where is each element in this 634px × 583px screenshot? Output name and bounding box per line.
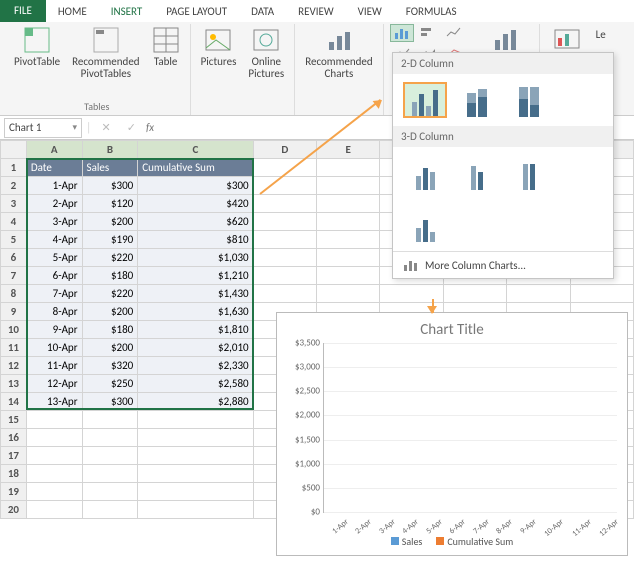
pictures-icon <box>204 26 232 54</box>
table-button[interactable]: Table <box>148 24 184 82</box>
cell[interactable]: $1,810 <box>138 321 253 339</box>
powerview-icon <box>553 26 581 54</box>
cell[interactable]: $300 <box>138 177 253 195</box>
cell[interactable]: 8-Apr <box>26 303 82 321</box>
cell[interactable]: 5-Apr <box>26 249 82 267</box>
cell[interactable]: $180 <box>82 321 138 339</box>
column-chart-button[interactable] <box>390 24 414 42</box>
col-header-C[interactable]: C <box>138 141 253 159</box>
tab-home[interactable]: HOME <box>46 0 99 22</box>
cell[interactable]: 12-Apr <box>26 375 82 393</box>
column-chart-dropdown: 2-D Column 3-D Column More Column Charts… <box>392 52 614 279</box>
pivottable-button[interactable]: PivotTable <box>10 24 64 82</box>
cell[interactable]: 1-Apr <box>26 177 82 195</box>
tab-page-layout[interactable]: PAGE LAYOUT <box>154 0 239 22</box>
cell[interactable]: $200 <box>82 213 138 231</box>
online-pictures-icon <box>252 26 280 54</box>
table-icon <box>152 26 180 54</box>
cell[interactable]: $1,430 <box>138 285 253 303</box>
pivotchart-icon <box>491 26 519 54</box>
recommended-charts-icon <box>325 26 353 54</box>
cell[interactable]: $2,580 <box>138 375 253 393</box>
cell[interactable]: $300 <box>82 177 138 195</box>
more-column-charts[interactable]: More Column Charts... <box>393 251 613 278</box>
fx-icon[interactable]: fx <box>146 121 154 134</box>
cell[interactable]: 11-Apr <box>26 357 82 375</box>
bar-chart-button[interactable] <box>416 24 440 42</box>
stock-chart-button[interactable] <box>442 24 466 42</box>
pictures-button[interactable]: Pictures <box>197 24 241 82</box>
cell[interactable]: $320 <box>82 357 138 375</box>
3d-stacked-100-column-option[interactable] <box>507 155 551 191</box>
dropdown-section-3d: 3-D Column <box>393 126 613 147</box>
ribbon-tabs: FILE HOME INSERT PAGE LAYOUT DATA REVIEW… <box>0 0 634 22</box>
cell[interactable]: $220 <box>82 249 138 267</box>
cell[interactable]: $620 <box>138 213 253 231</box>
cell[interactable]: $810 <box>138 231 253 249</box>
group-label-tables: Tables <box>84 100 109 115</box>
tab-file[interactable]: FILE <box>0 0 46 22</box>
col-header-A[interactable]: A <box>26 141 82 159</box>
chart-title[interactable]: Chart Title <box>277 313 627 343</box>
cell[interactable]: $200 <box>82 303 138 321</box>
col-header-B[interactable]: B <box>82 141 138 159</box>
pivottable-icon <box>23 26 51 54</box>
recommended-pivot-button[interactable]: Recommended PivotTables <box>68 24 143 82</box>
cell[interactable]: $220 <box>82 285 138 303</box>
cell[interactable]: $1,030 <box>138 249 253 267</box>
stacked-100-column-option[interactable] <box>507 82 551 118</box>
tab-insert[interactable]: INSERT <box>99 0 155 22</box>
bar-chart-icon <box>420 26 436 40</box>
embedded-chart[interactable]: Chart Title $0$500$1,000$1,500$2,000$2,5… <box>276 312 628 556</box>
cell[interactable]: 10-Apr <box>26 339 82 357</box>
cell[interactable]: $2,330 <box>138 357 253 375</box>
cell[interactable]: 4-Apr <box>26 231 82 249</box>
stock-chart-icon <box>446 26 462 40</box>
tab-formulas[interactable]: FORMULAS <box>394 0 469 22</box>
cell[interactable]: $1,210 <box>138 267 253 285</box>
cell[interactable]: $200 <box>82 339 138 357</box>
chevron-down-icon: ▾ <box>72 122 77 133</box>
chart-plot-area[interactable]: $0$500$1,000$1,500$2,000$2,500$3,000$3,5… <box>323 343 617 513</box>
tab-review[interactable]: REVIEW <box>286 0 346 22</box>
cell[interactable]: $300 <box>82 393 138 411</box>
stacked-column-option[interactable] <box>455 82 499 118</box>
3d-column-option[interactable] <box>403 207 447 243</box>
cell[interactable]: $120 <box>82 195 138 213</box>
cell[interactable]: $2,010 <box>138 339 253 357</box>
cell[interactable]: $2,880 <box>138 393 253 411</box>
3d-clustered-column-option[interactable] <box>403 155 447 191</box>
online-pictures-button[interactable]: Online Pictures <box>244 24 288 82</box>
dropdown-section-2d: 2-D Column <box>393 53 613 74</box>
tab-view[interactable]: VIEW <box>346 0 394 22</box>
cell[interactable]: $250 <box>82 375 138 393</box>
column-chart-icon <box>394 26 410 40</box>
cell[interactable]: $190 <box>82 231 138 249</box>
cell[interactable]: 3-Apr <box>26 213 82 231</box>
enter-icon[interactable]: ✓ <box>121 121 142 134</box>
cell[interactable]: 13-Apr <box>26 393 82 411</box>
tab-data[interactable]: DATA <box>239 0 286 22</box>
recommended-charts-button[interactable]: Recommended Charts <box>301 24 376 82</box>
cell[interactable]: 9-Apr <box>26 321 82 339</box>
name-box[interactable]: Chart 1 ▾ <box>4 118 82 138</box>
more-column-charts-icon <box>403 258 419 272</box>
cell[interactable]: 2-Apr <box>26 195 82 213</box>
recommended-pivot-icon <box>92 26 120 54</box>
clustered-column-option[interactable] <box>403 82 447 118</box>
cell[interactable]: 6-Apr <box>26 267 82 285</box>
cancel-icon[interactable]: ✕ <box>96 121 117 134</box>
3d-stacked-column-option[interactable] <box>455 155 499 191</box>
cell[interactable]: $180 <box>82 267 138 285</box>
cell[interactable]: $1,630 <box>138 303 253 321</box>
cell[interactable]: 7-Apr <box>26 285 82 303</box>
cell[interactable]: $420 <box>138 195 253 213</box>
